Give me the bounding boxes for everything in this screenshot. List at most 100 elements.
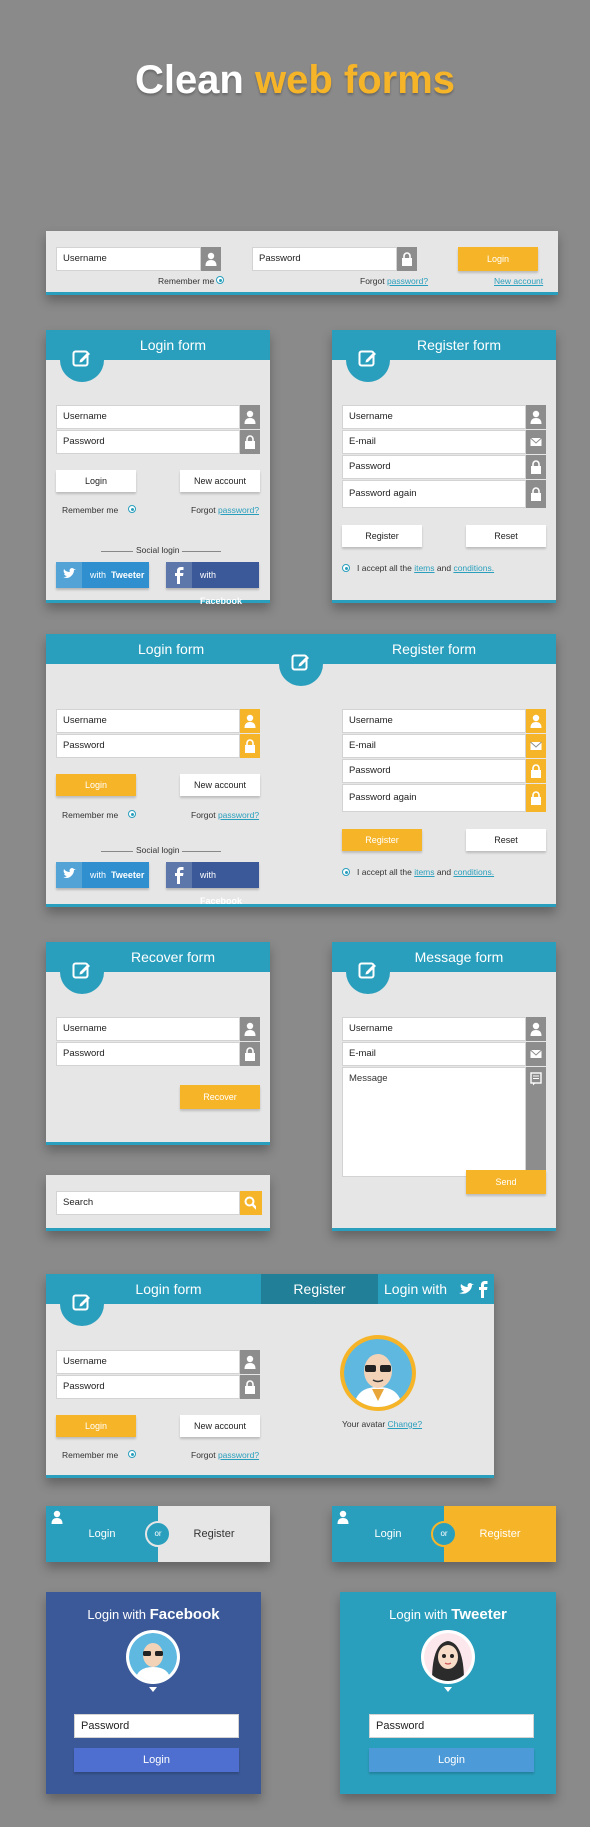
new-account-button[interactable]: New account <box>180 774 260 796</box>
password-input[interactable]: Password <box>56 734 240 758</box>
remember-radio[interactable] <box>128 1450 136 1458</box>
twitter-icon <box>459 1283 474 1294</box>
login-button[interactable]: Login <box>56 1415 136 1437</box>
card-title: Login with Facebook <box>87 1606 220 1623</box>
chevron-down-icon[interactable] <box>444 1687 452 1692</box>
edit-badge <box>346 950 390 994</box>
forgot-password-link[interactable]: password? <box>218 505 259 515</box>
user-icon <box>240 405 260 429</box>
login-form: Login form Username Password Login New a… <box>46 330 270 606</box>
login-button[interactable]: Login <box>56 470 136 492</box>
message-textarea[interactable]: Message <box>342 1067 526 1177</box>
password-input[interactable]: Password <box>369 1714 534 1738</box>
avatar[interactable] <box>421 1630 475 1684</box>
tab-register[interactable]: Register <box>261 1274 378 1304</box>
lock-icon <box>526 759 546 783</box>
remember-radio[interactable] <box>128 810 136 818</box>
reg-email-input[interactable]: E-mail <box>342 734 526 758</box>
username-input[interactable]: Username <box>56 405 240 429</box>
edit-badge <box>279 642 323 686</box>
inline-login-bar: Username Password Login Remember me Forg… <box>46 231 558 295</box>
twitter-login-card: Login with Tweeter Password Login <box>340 1592 556 1794</box>
password-input[interactable]: Password <box>342 455 526 479</box>
twitter-login-button[interactable]: with Tweeter <box>56 862 149 888</box>
reg-username-input[interactable]: Username <box>342 709 526 733</box>
username-input[interactable]: Username <box>56 1017 240 1041</box>
new-account-button[interactable]: New account <box>180 470 260 492</box>
forgot-password-link[interactable]: password? <box>218 810 259 820</box>
forgot-text: Forgot password? <box>191 810 260 820</box>
accept-text: I accept all the items and conditions. <box>357 867 495 877</box>
items-link[interactable]: items <box>414 563 434 573</box>
login-button[interactable]: Login <box>369 1748 534 1772</box>
username-input[interactable]: Username <box>342 405 526 429</box>
user-icon <box>240 1017 260 1041</box>
edit-icon <box>72 348 92 368</box>
new-account-button[interactable]: New account <box>180 1415 260 1437</box>
password-input[interactable]: Password <box>56 1042 240 1066</box>
register-button[interactable]: Register <box>342 829 422 851</box>
edit-icon <box>72 960 92 980</box>
login-button[interactable]: Login <box>458 247 538 271</box>
or-badge: or <box>145 1521 171 1547</box>
accept-radio[interactable] <box>342 564 350 572</box>
username-input[interactable]: Username <box>56 247 201 271</box>
reg-password-again-input[interactable]: Password again <box>342 784 526 812</box>
password-input[interactable]: Password <box>56 430 240 454</box>
message-form: Message form Username E-mail Message Sen… <box>332 942 556 1231</box>
remember-label: Remember me <box>62 505 119 515</box>
remember-radio[interactable] <box>128 505 136 513</box>
reset-button[interactable]: Reset <box>466 525 546 547</box>
forgot-password-link[interactable]: password? <box>387 276 428 286</box>
reset-button[interactable]: Reset <box>466 829 546 851</box>
password-input[interactable]: Password <box>56 1375 240 1399</box>
user-icon <box>51 1510 63 1524</box>
password-again-input[interactable]: Password again <box>342 480 526 508</box>
lock-icon <box>526 784 546 812</box>
password-input[interactable]: Password <box>252 247 397 271</box>
username-input[interactable]: Username <box>56 1350 240 1374</box>
recover-form: Recover form Username Password Recover <box>46 942 270 1145</box>
conditions-link[interactable]: conditions. <box>453 867 494 877</box>
change-avatar-link[interactable]: Change? <box>388 1419 423 1429</box>
username-input[interactable]: Username <box>56 709 240 733</box>
social-login-label: Social login <box>133 845 183 855</box>
mail-icon <box>526 734 546 758</box>
forgot-password-link[interactable]: password? <box>218 1450 259 1460</box>
username-input[interactable]: Username <box>342 1017 526 1041</box>
toggle-register[interactable]: Register <box>444 1506 556 1562</box>
chevron-down-icon[interactable] <box>149 1687 157 1692</box>
or-badge: or <box>431 1521 457 1547</box>
facebook-login-button[interactable]: with Facebook <box>166 862 259 906</box>
new-account-link[interactable]: New account <box>494 276 543 286</box>
register-button[interactable]: Register <box>342 525 422 547</box>
email-input[interactable]: E-mail <box>342 1042 526 1066</box>
facebook-login-button[interactable]: with Facebook <box>166 562 259 606</box>
email-input[interactable]: E-mail <box>342 430 526 454</box>
accept-radio[interactable] <box>342 868 350 876</box>
register-form: Register form Username E-mail Password P… <box>332 330 556 603</box>
avatar[interactable] <box>126 1630 180 1684</box>
tab-login-with[interactable]: Login with <box>378 1274 494 1304</box>
edit-badge <box>60 338 104 382</box>
twitter-login-button[interactable]: with Tweeter <box>56 562 149 588</box>
conditions-link[interactable]: conditions. <box>453 563 494 573</box>
search-button[interactable] <box>240 1191 262 1215</box>
toggle-register[interactable]: Register <box>158 1506 270 1562</box>
items-link[interactable]: items <box>414 867 434 877</box>
login-button[interactable]: Login <box>56 774 136 796</box>
send-button[interactable]: Send <box>466 1170 546 1194</box>
login-register-toggle-2: Login Register or <box>332 1506 556 1562</box>
user-icon <box>240 1350 260 1374</box>
search-input[interactable]: Search <box>56 1191 240 1215</box>
remember-radio[interactable] <box>216 276 224 284</box>
login-register-toggle: Login Register or <box>46 1506 270 1562</box>
lock-icon <box>240 430 260 454</box>
password-input[interactable]: Password <box>74 1714 239 1738</box>
login-button[interactable]: Login <box>74 1748 239 1772</box>
edit-icon <box>291 652 311 672</box>
reg-password-input[interactable]: Password <box>342 759 526 783</box>
avatar[interactable] <box>340 1335 416 1411</box>
edit-icon <box>358 960 378 980</box>
recover-button[interactable]: Recover <box>180 1085 260 1109</box>
